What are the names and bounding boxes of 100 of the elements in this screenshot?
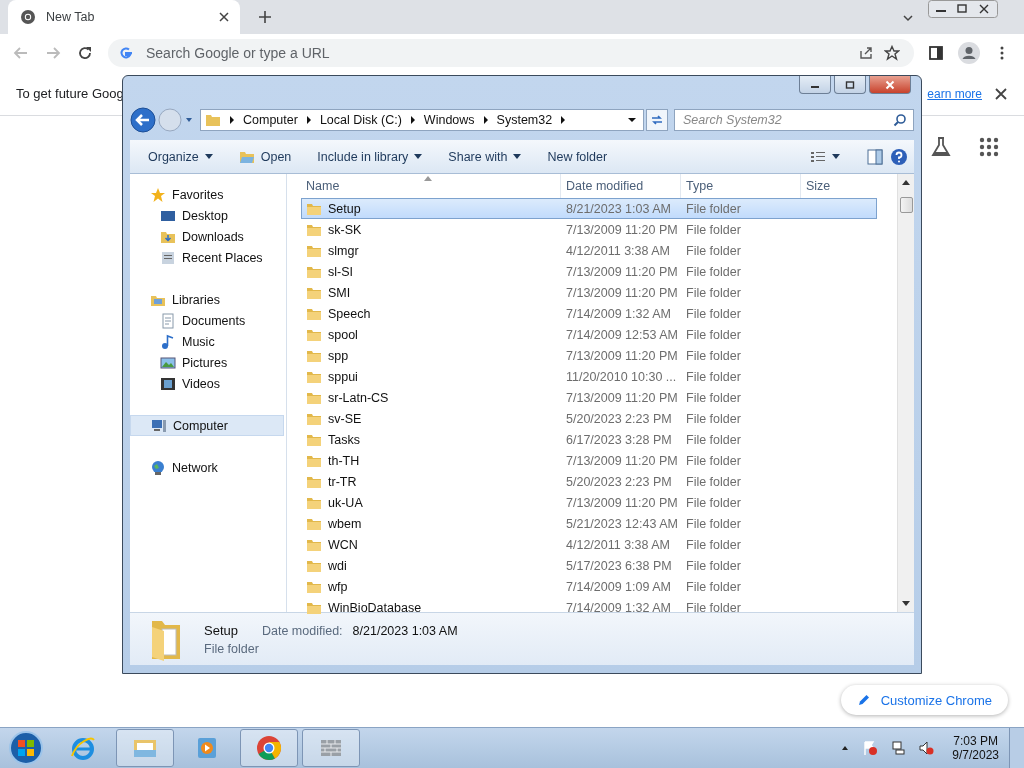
file-row[interactable]: Setup 8/21/2023 1:03 AM File folder	[301, 198, 877, 219]
nav-item[interactable]: Network	[130, 457, 284, 478]
star-icon	[150, 186, 166, 203]
preview-pane-icon[interactable]	[866, 147, 884, 166]
file-name: sl-SI	[328, 264, 353, 279]
computer-icon	[151, 417, 167, 434]
nav-item[interactable]: Downloads	[130, 226, 284, 247]
refresh-button[interactable]	[646, 109, 668, 131]
action-center-flag-icon[interactable]	[862, 740, 879, 756]
omnibox-input[interactable]: Search Google or type a URL	[144, 44, 848, 62]
file-row[interactable]: wbem 5/21/2023 12:43 AM File folder	[301, 513, 877, 534]
caret-icon[interactable]	[832, 154, 840, 159]
taskbar-button[interactable]	[240, 729, 298, 767]
file-row[interactable]: Speech 7/14/2009 1:32 AM File folder	[301, 303, 877, 324]
nav-item[interactable]: Recent Places	[130, 247, 284, 268]
file-row[interactable]: sk-SK 7/13/2009 11:20 PM File folder	[301, 219, 877, 240]
back-icon[interactable]	[130, 107, 156, 133]
type-cell-text: File folder	[685, 600, 742, 615]
file-name: wdi	[328, 558, 347, 573]
start-button[interactable]	[8, 730, 44, 766]
new-tab-icon[interactable]	[258, 10, 272, 24]
file-row[interactable]: wfp 7/14/2009 1:09 AM File folder	[301, 576, 877, 597]
learn-more-link[interactable]: earn more	[927, 86, 982, 101]
file-row[interactable]: sr-Latn-CS 7/13/2009 11:20 PM File folder	[301, 387, 877, 408]
file-row[interactable]: SMI 7/13/2009 11:20 PM File folder	[301, 282, 877, 303]
file-row[interactable]: sppui 11/20/2010 10:30 ... File folder	[301, 366, 877, 387]
toolbar-button[interactable]: Organize	[138, 145, 223, 168]
file-row[interactable]: wdi 5/17/2023 6:38 PM File folder	[301, 555, 877, 576]
file-row[interactable]: tr-TR 5/20/2023 2:23 PM File folder	[301, 471, 877, 492]
toolbar-button[interactable]: New folder	[537, 145, 618, 168]
file-name: Speech	[328, 306, 371, 321]
date-cell-text: 4/12/2011 3:38 AM	[565, 537, 672, 552]
scroll-down-icon[interactable]	[902, 601, 910, 606]
address-bar[interactable]: Search Google or type a URL	[108, 39, 914, 67]
chevron-icon[interactable]	[482, 116, 489, 124]
chevron-icon[interactable]	[409, 116, 416, 124]
close-icon[interactable]	[994, 86, 1008, 101]
nav-item[interactable]: Pictures	[130, 352, 284, 373]
chevron-icon[interactable]	[229, 116, 235, 124]
file-row[interactable]: sl-SI 7/13/2009 11:20 PM File folder	[301, 261, 877, 282]
file-name: Tasks	[328, 432, 360, 447]
close-icon[interactable]	[218, 11, 230, 23]
flask-icon[interactable]	[930, 136, 952, 158]
file-row[interactable]: spool 7/14/2009 12:53 AM File folder	[301, 324, 877, 345]
file-row[interactable]: Tasks 6/17/2023 3:28 PM File folder	[301, 429, 877, 450]
scroll-thumb[interactable]	[899, 197, 913, 213]
volume-muted-icon[interactable]	[918, 740, 935, 756]
breadcrumb[interactable]: Windows	[423, 113, 475, 127]
nav-item[interactable]: Music	[130, 331, 284, 352]
breadcrumb[interactable]: System32	[496, 113, 553, 127]
maximize-button[interactable]	[834, 76, 866, 94]
browser-tab[interactable]: New Tab	[8, 0, 240, 34]
chevron-icon[interactable]	[560, 116, 567, 124]
scrollbar[interactable]	[897, 174, 914, 612]
dropdown-caret-icon[interactable]	[627, 115, 637, 125]
file-row[interactable]: uk-UA 7/13/2009 11:20 PM File folder	[301, 492, 877, 513]
customize-chrome-button[interactable]: Customize Chrome	[840, 685, 1008, 715]
tab-search-icon[interactable]	[902, 12, 914, 24]
reload-icon[interactable]	[76, 44, 94, 62]
search-field[interactable]: Search System32	[674, 109, 914, 131]
side-panel-icon[interactable]	[928, 45, 944, 61]
star-icon[interactable]	[884, 45, 900, 61]
nav-item[interactable]: Favorites	[130, 184, 284, 205]
clock[interactable]: 7:03 PM 9/7/2023	[952, 734, 999, 762]
apps-grid-icon[interactable]	[978, 136, 1000, 158]
file-row[interactable]: WinBioDatabase 7/14/2009 1:32 AM File folder	[301, 597, 877, 618]
clock-date: 9/7/2023	[952, 748, 999, 762]
profile-icon[interactable]	[958, 42, 980, 64]
minimize-button[interactable]	[799, 76, 831, 94]
nav-item[interactable]: Computer	[130, 415, 284, 436]
chevron-icon[interactable]	[305, 116, 312, 124]
window-controls[interactable]	[928, 0, 998, 18]
close-button[interactable]	[869, 76, 911, 94]
type-cell-text: File folder	[685, 516, 742, 531]
help-icon[interactable]	[890, 147, 908, 166]
detail-value: 8/21/2023 1:03 AM	[352, 623, 458, 638]
nav-item[interactable]: Documents	[130, 310, 284, 331]
nav-item[interactable]: Libraries	[130, 289, 284, 310]
file-row[interactable]: WCN 4/12/2011 3:38 AM File folder	[301, 534, 877, 555]
column-header[interactable]: Size	[801, 174, 877, 198]
toolbar-button[interactable]: Share with	[438, 145, 532, 168]
file-row[interactable]: spp 7/13/2009 11:20 PM File folder	[301, 345, 877, 366]
file-row[interactable]: th-TH 7/13/2009 11:20 PM File folder	[301, 450, 877, 471]
toolbar-button[interactable]: Open	[228, 144, 302, 169]
nav-item[interactable]: Desktop	[130, 205, 284, 226]
file-name: wbem	[328, 516, 362, 531]
breadcrumb[interactable]: Computer	[243, 113, 298, 127]
address-bar[interactable]: Computer Local Disk (C:) Windows System32	[200, 109, 644, 131]
file-row[interactable]: sv-SE 5/20/2023 2:23 PM File folder	[301, 408, 877, 429]
file-row[interactable]: slmgr 4/12/2011 3:38 AM File folder	[301, 240, 877, 261]
share-icon[interactable]	[858, 45, 874, 61]
breadcrumb[interactable]: Local Disk (C:)	[319, 113, 402, 127]
detail-type: File folder	[204, 641, 260, 656]
taskbar-button[interactable]	[116, 729, 174, 767]
nav-item[interactable]: Videos	[130, 373, 284, 394]
file-name: WCN	[328, 537, 358, 552]
scroll-up-icon[interactable]	[902, 180, 910, 185]
file-name: sppui	[328, 369, 358, 384]
toolbar-button[interactable]: Include in library	[307, 145, 433, 168]
network-icon[interactable]	[890, 740, 907, 756]
